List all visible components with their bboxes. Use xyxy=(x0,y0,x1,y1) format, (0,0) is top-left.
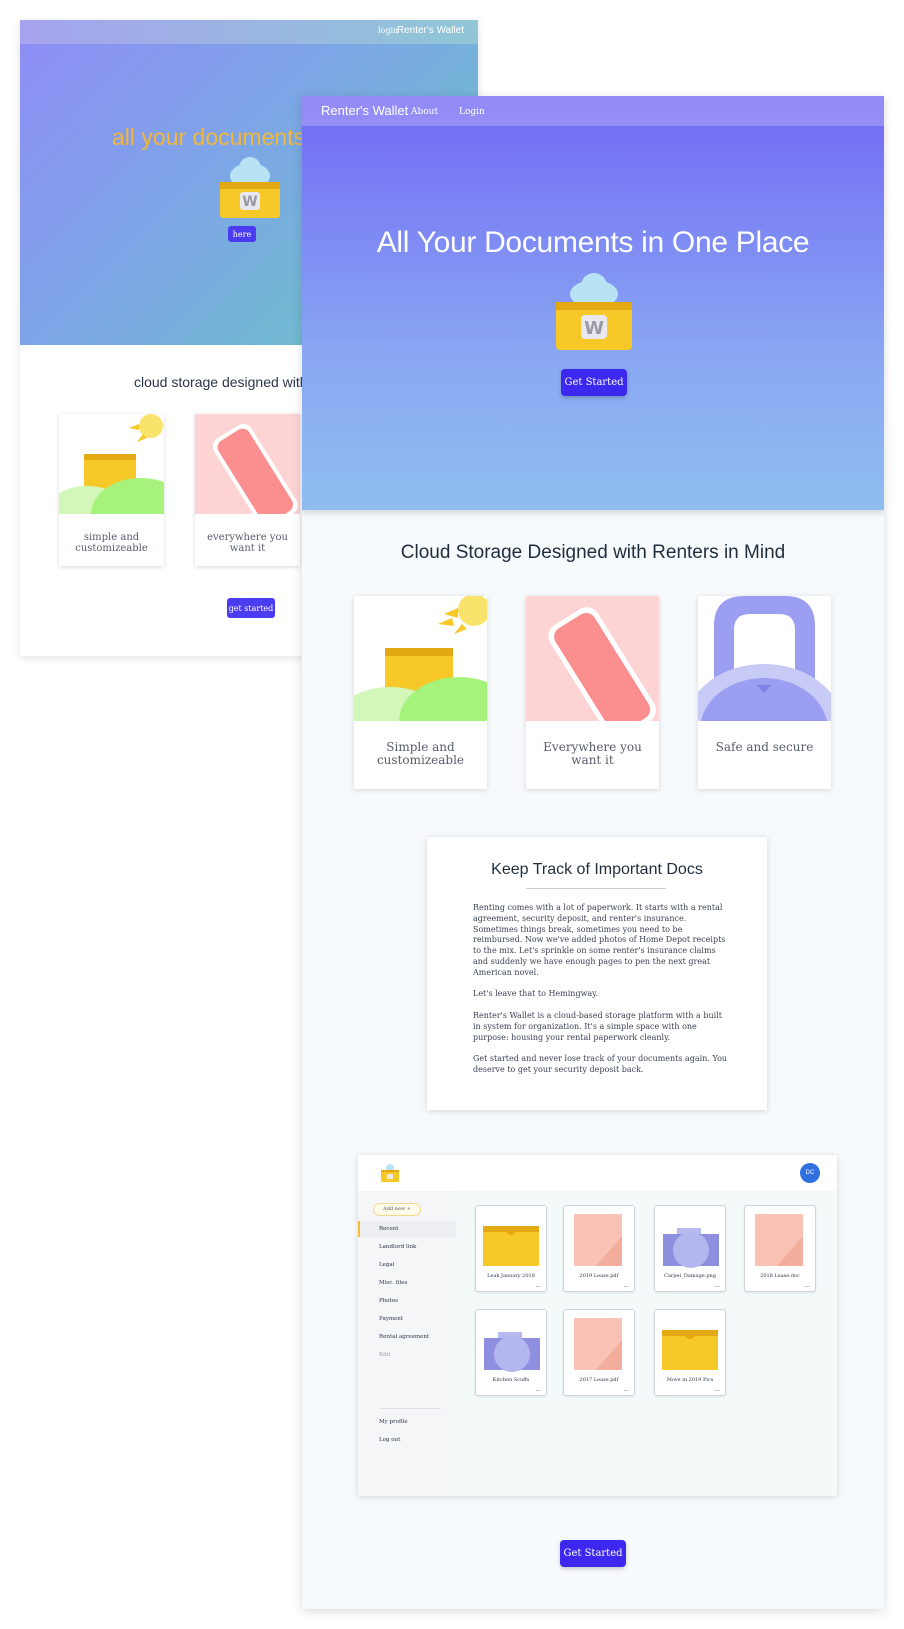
back-headline: all your documents in xyxy=(112,124,330,150)
file-card[interactable]: Leak January 2018 ... xyxy=(475,1205,547,1292)
file-card[interactable]: Kitchen Scuffs ... xyxy=(475,1309,547,1396)
back-login-link[interactable]: login xyxy=(378,26,398,35)
sidebar-divider xyxy=(379,1408,441,1409)
file-name: Move in 2019 Pics xyxy=(666,1377,714,1383)
nav-login-link[interactable]: Login xyxy=(459,107,485,117)
more-options-icon[interactable]: ... xyxy=(714,1283,720,1289)
back-feature-label: simple and customizeable xyxy=(75,532,148,554)
brand-link[interactable]: Renter's Wallet xyxy=(321,103,408,118)
more-options-icon[interactable]: ... xyxy=(623,1283,629,1289)
front-page: Renter's Wallet About Login All Your Doc… xyxy=(302,96,884,1609)
back-brand[interactable]: Renter's Wallet xyxy=(397,25,464,36)
more-options-icon[interactable]: ... xyxy=(623,1387,629,1393)
folder-sun-hills-icon xyxy=(354,596,487,721)
back-here-button[interactable]: here xyxy=(228,226,256,242)
file-card[interactable]: Move in 2019 Pics ... xyxy=(654,1309,726,1396)
back-feature-label: everywhere you want it xyxy=(207,532,288,554)
features-title: Cloud Storage Designed with Renters in M… xyxy=(400,542,786,563)
docs-card-title: Keep Track of Important Docs xyxy=(491,861,703,878)
sidebar-item-misc-files[interactable]: Misc. files xyxy=(358,1275,456,1291)
back-feature-card: simple and customizeable xyxy=(59,414,164,566)
phone-icon xyxy=(195,414,300,528)
image-file-icon xyxy=(655,1206,725,1268)
file-card[interactable]: 2017 Lease.pdf ... xyxy=(563,1309,635,1396)
file-name: Kitchen Scuffs xyxy=(492,1377,530,1383)
back-feature-card: everywhere you want it xyxy=(195,414,300,566)
file-card[interactable]: 2019 Lease.pdf ... xyxy=(563,1205,635,1292)
back-navbar: login Renter's Wallet xyxy=(20,20,478,44)
file-card[interactable]: Carpet_Damage.png ... xyxy=(654,1205,726,1292)
more-options-icon[interactable]: ... xyxy=(535,1387,541,1393)
svg-text:W: W xyxy=(242,194,257,210)
wallet-logo-icon: W xyxy=(218,154,282,224)
file-name: 2019 Lease.pdf xyxy=(579,1273,619,1279)
docs-card-body: Renting comes with a lot of paperwork. I… xyxy=(473,903,728,1087)
sidebar-item-payment[interactable]: Payment xyxy=(358,1311,456,1327)
sidebar-item-edit[interactable]: Edit xyxy=(358,1347,456,1363)
nav-about-link[interactable]: About xyxy=(411,107,438,117)
sidebar-item-rental-agreement[interactable]: Rental agreement xyxy=(358,1329,456,1345)
app-topbar: DC xyxy=(358,1155,837,1191)
more-options-icon[interactable]: ... xyxy=(535,1283,541,1289)
hero-title: All Your Documents in One Place xyxy=(376,226,810,259)
more-options-icon[interactable]: ... xyxy=(714,1387,720,1393)
hero-get-started-button[interactable]: Get Started xyxy=(561,369,627,396)
more-options-icon[interactable]: ... xyxy=(804,1283,810,1289)
padlock-icon xyxy=(698,596,831,721)
svg-text:W: W xyxy=(584,318,604,339)
document-icon xyxy=(745,1206,815,1268)
wallet-logo-icon[interactable] xyxy=(380,1163,400,1187)
phone-icon xyxy=(526,596,659,721)
sidebar-item-landlord-link[interactable]: Landlord link xyxy=(358,1239,456,1255)
app-preview: DC Add new + Recent Landlord link Legal … xyxy=(358,1155,837,1496)
navbar: Renter's Wallet About Login xyxy=(302,96,884,126)
file-name: 2018 Lease.doc xyxy=(760,1273,800,1279)
avatar[interactable]: DC xyxy=(800,1163,820,1183)
sidebar-item-my-profile[interactable]: My profile xyxy=(358,1414,456,1430)
folder-icon xyxy=(476,1206,546,1268)
folder-icon xyxy=(655,1310,725,1372)
docs-paragraph: Get started and never lose track of your… xyxy=(473,1054,728,1074)
docs-paragraph: Let's leave that to Hemingway. xyxy=(473,989,599,999)
document-icon xyxy=(564,1310,634,1372)
folder-sun-hills-icon xyxy=(59,414,164,550)
file-grid: Leak January 2018 ... 2019 Lease.pdf ... xyxy=(456,1191,837,1496)
feature-label: Simple and customizeable xyxy=(376,740,465,767)
title-divider xyxy=(526,888,666,889)
back-get-started-button[interactable]: get started xyxy=(227,598,275,618)
feature-label: Everywhere you want it xyxy=(543,740,642,767)
file-name: 2017 Lease.pdf xyxy=(579,1377,619,1383)
bottom-get-started-button[interactable]: Get Started xyxy=(560,1540,626,1567)
file-name: Leak January 2018 xyxy=(487,1273,535,1279)
file-card[interactable]: 2018 Lease.doc ... xyxy=(744,1205,816,1292)
sidebar-item-recent[interactable]: Recent xyxy=(358,1221,456,1237)
image-file-icon xyxy=(476,1310,546,1372)
app-sidebar: Add new + Recent Landlord link Legal Mis… xyxy=(358,1191,456,1496)
docs-paragraph: Renting comes with a lot of paperwork. I… xyxy=(473,903,726,977)
sidebar-item-log-out[interactable]: Log out xyxy=(358,1432,456,1448)
sidebar-item-photos[interactable]: Photos xyxy=(358,1293,456,1309)
feature-card-everywhere: Everywhere you want it xyxy=(526,596,659,789)
feature-card-secure: Safe and secure xyxy=(698,596,831,789)
sidebar-item-legal[interactable]: Legal xyxy=(358,1257,456,1273)
file-name: Carpet_Damage.png xyxy=(664,1273,716,1279)
document-icon xyxy=(564,1206,634,1268)
hero-section: Renter's Wallet About Login All Your Doc… xyxy=(302,96,884,510)
add-new-button[interactable]: Add new + xyxy=(373,1203,421,1216)
wallet-logo-icon: W xyxy=(553,272,635,356)
docs-paragraph: Renter's Wallet is a cloud-based storage… xyxy=(473,1010,722,1042)
feature-card-simple: Simple and customizeable xyxy=(354,596,487,789)
feature-label: Safe and secure xyxy=(715,740,814,754)
docs-info-card: Keep Track of Important Docs Renting com… xyxy=(427,837,767,1110)
